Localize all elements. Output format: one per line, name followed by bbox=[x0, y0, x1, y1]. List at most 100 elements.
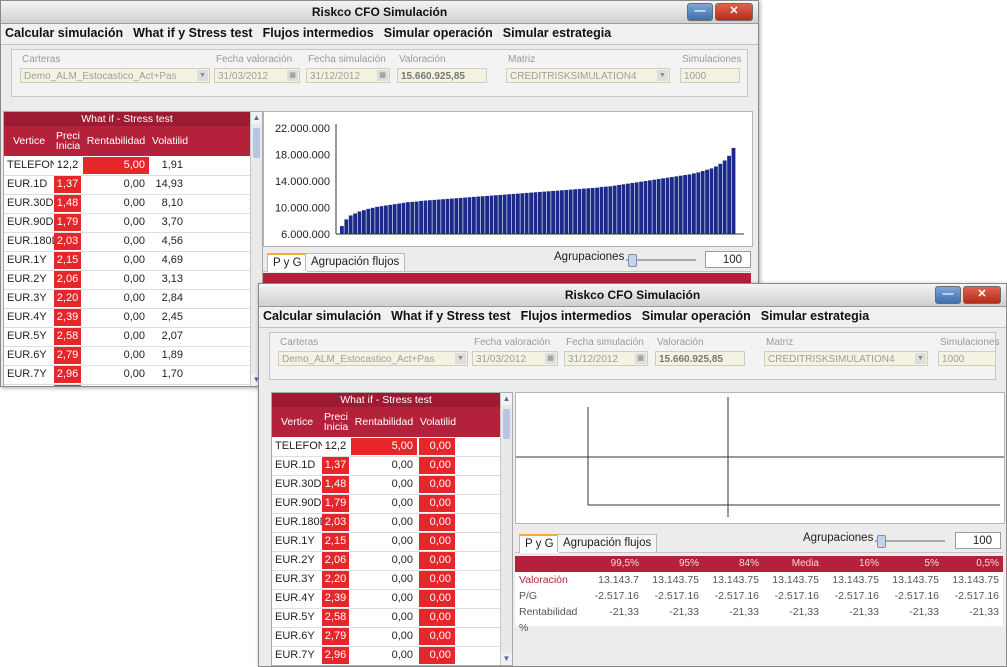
precio-cell[interactable]: 2,39 bbox=[54, 309, 81, 326]
scrollbar-thumb[interactable] bbox=[503, 409, 510, 439]
tab-pyg[interactable]: P y G bbox=[267, 253, 308, 272]
rentabilidad-cell[interactable]: 0,00 bbox=[83, 309, 149, 326]
precio-cell[interactable]: 2,06 bbox=[322, 552, 349, 569]
precio-cell[interactable]: 2,20 bbox=[322, 571, 349, 588]
menu-what-if-stress[interactable]: What if y Stress test bbox=[387, 307, 516, 323]
table-row[interactable]: EUR.30D 1,48 0,00 8,10 bbox=[4, 195, 250, 214]
rentabilidad-cell[interactable]: 0,00 bbox=[83, 290, 149, 307]
rentabilidad-cell[interactable]: 0,00 bbox=[351, 533, 417, 550]
volatilidad-cell[interactable]: 0,00 bbox=[419, 495, 455, 512]
rentabilidad-cell[interactable]: 0,00 bbox=[351, 647, 417, 664]
table-row[interactable]: EUR.6Y 2,79 0,00 1,89 bbox=[4, 347, 250, 366]
table-row[interactable]: EUR.1Y 2,15 0,00 0,00 bbox=[272, 533, 500, 552]
table-row[interactable]: EUR.90D 1,79 0,00 3,70 bbox=[4, 214, 250, 233]
volatilidad-cell[interactable]: 14,93 bbox=[151, 176, 187, 193]
table-row[interactable]: TELEFONIC 12,2 5,00 1,91 bbox=[4, 157, 250, 176]
precio-cell[interactable]: 2,96 bbox=[54, 366, 81, 383]
rentabilidad-cell[interactable]: 0,00 bbox=[351, 514, 417, 531]
rentabilidad-cell[interactable]: 0,00 bbox=[83, 366, 149, 383]
table-row[interactable]: EUR.90D 1,79 0,00 0,00 bbox=[272, 495, 500, 514]
volatilidad-cell[interactable]: 0,00 bbox=[419, 647, 455, 664]
rentabilidad-cell[interactable]: 0,00 bbox=[83, 233, 149, 250]
precio-cell[interactable]: 2,06 bbox=[54, 271, 81, 288]
volatilidad-cell[interactable]: 0,00 bbox=[419, 533, 455, 550]
precio-cell[interactable]: 2,20 bbox=[54, 290, 81, 307]
table-row[interactable]: EUR.1Y 2,15 0,00 4,69 bbox=[4, 252, 250, 271]
table-row[interactable]: EUR.6Y 2,79 0,00 0,00 bbox=[272, 628, 500, 647]
volatilidad-cell[interactable]: 0,00 bbox=[419, 476, 455, 493]
table-row[interactable]: EUR.5Y 2,58 0,00 0,00 bbox=[272, 609, 500, 628]
volatilidad-cell[interactable]: 4,69 bbox=[151, 252, 187, 269]
volatilidad-cell[interactable]: 3,70 bbox=[151, 214, 187, 231]
fecha-simulacion-field[interactable]: 31/12/2012 ▦ bbox=[306, 68, 390, 83]
fecha-valoracion-field[interactable]: 31/03/2012 ▦ bbox=[472, 351, 558, 366]
precio-cell[interactable]: 1,37 bbox=[54, 176, 81, 193]
table-row[interactable]: EUR.7Y 2,96 0,00 0,00 bbox=[272, 647, 500, 665]
precio-cell[interactable]: 1,79 bbox=[322, 495, 349, 512]
precio-cell[interactable]: 2,15 bbox=[54, 252, 81, 269]
precio-cell[interactable]: 2,39 bbox=[322, 590, 349, 607]
close-button[interactable]: ✕ bbox=[963, 286, 1001, 304]
volatilidad-cell[interactable]: 2,84 bbox=[151, 290, 187, 307]
menu-simular-estrategia[interactable]: Simular estrategia bbox=[757, 307, 875, 323]
rentabilidad-cell[interactable]: 0,00 bbox=[351, 457, 417, 474]
table-row[interactable]: EUR.180D 2,03 0,00 0,00 bbox=[272, 514, 500, 533]
rentabilidad-cell[interactable]: 0,00 bbox=[83, 271, 149, 288]
table-row[interactable]: TELEFONIC 12,2 5,00 0,00 bbox=[272, 438, 500, 457]
volatilidad-cell[interactable]: 1,89 bbox=[151, 347, 187, 364]
slider-knob[interactable] bbox=[877, 535, 886, 548]
volatilidad-cell[interactable]: 8,10 bbox=[151, 195, 187, 212]
rentabilidad-cell[interactable]: 0,00 bbox=[351, 628, 417, 645]
volatilidad-cell[interactable]: 0,00 bbox=[419, 628, 455, 645]
rentabilidad-cell[interactable]: 0,00 bbox=[83, 347, 149, 364]
fecha-valoracion-field[interactable]: 31/03/2012 ▦ bbox=[214, 68, 300, 83]
carteras-select[interactable]: Demo_ALM_Estocastico_Act+Pas ▼ bbox=[20, 68, 210, 83]
close-button[interactable]: ✕ bbox=[715, 3, 753, 21]
table-row[interactable]: EUR.1D 1,37 0,00 0,00 bbox=[272, 457, 500, 476]
minimize-button[interactable]: — bbox=[687, 3, 713, 21]
precio-cell[interactable]: 1,37 bbox=[322, 457, 349, 474]
table-row[interactable]: EUR.180D 2,03 0,00 4,56 bbox=[4, 233, 250, 252]
precio-cell[interactable]: 2,58 bbox=[54, 328, 81, 345]
rentabilidad-cell[interactable]: 0,00 bbox=[83, 195, 149, 212]
table-row[interactable]: EUR.4Y 2,39 0,00 0,00 bbox=[272, 590, 500, 609]
scrollbar-thumb[interactable] bbox=[253, 128, 260, 158]
precio-cell[interactable]: 2,79 bbox=[322, 628, 349, 645]
table-row[interactable]: EUR.3Y 2,20 0,00 2,84 bbox=[4, 290, 250, 309]
rentabilidad-cell[interactable]: 0,00 bbox=[83, 214, 149, 231]
table-row[interactable]: EUR.2Y 2,06 0,00 3,13 bbox=[4, 271, 250, 290]
rentabilidad-cell[interactable]: 0,00 bbox=[351, 609, 417, 626]
table-row[interactable]: EUR.1D 1,37 0,00 14,93 bbox=[4, 176, 250, 195]
scroll-up-icon[interactable]: ▲ bbox=[501, 393, 512, 405]
volatilidad-cell[interactable]: 1,60 bbox=[151, 385, 187, 386]
precio-cell[interactable]: 2,79 bbox=[54, 347, 81, 364]
menu-what-if-stress[interactable]: What if y Stress test bbox=[129, 24, 258, 40]
precio-cell[interactable]: 12,2 bbox=[322, 438, 349, 455]
precio-cell[interactable]: 2,03 bbox=[322, 514, 349, 531]
precio-cell[interactable]: 1,79 bbox=[54, 214, 81, 231]
volatilidad-cell[interactable]: 1,70 bbox=[151, 366, 187, 383]
table-row[interactable]: EUR.3Y 2,20 0,00 0,00 bbox=[272, 571, 500, 590]
scroll-down-icon[interactable]: ▼ bbox=[501, 653, 512, 665]
volatilidad-cell[interactable]: 0,00 bbox=[419, 457, 455, 474]
rentabilidad-cell[interactable]: 0,00 bbox=[83, 385, 149, 386]
volatilidad-cell[interactable]: 3,13 bbox=[151, 271, 187, 288]
precio-cell[interactable]: 1,48 bbox=[322, 476, 349, 493]
agrupaciones-value[interactable]: 100 bbox=[955, 532, 1001, 549]
fecha-simulacion-field[interactable]: 31/12/2012 ▦ bbox=[564, 351, 648, 366]
precio-cell[interactable]: 2,03 bbox=[54, 233, 81, 250]
volatilidad-cell[interactable]: 1,91 bbox=[151, 157, 187, 174]
matriz-select[interactable]: CREDITRISKSIMULATION4 ▼ bbox=[506, 68, 670, 83]
carteras-select[interactable]: Demo_ALM_Estocastico_Act+Pas ▼ bbox=[278, 351, 468, 366]
volatilidad-cell[interactable]: 0,00 bbox=[419, 552, 455, 569]
tab-pyg[interactable]: P y G bbox=[519, 534, 560, 553]
tab-agrupacion-flujos[interactable]: Agrupación flujos bbox=[305, 253, 406, 271]
simulaciones-field[interactable]: 1000 bbox=[938, 351, 996, 366]
simulaciones-field[interactable]: 1000 bbox=[680, 68, 740, 83]
agrupaciones-slider[interactable] bbox=[875, 535, 945, 548]
table-row[interactable]: EUR.4Y 2,39 0,00 2,45 bbox=[4, 309, 250, 328]
tab-agrupacion-flujos[interactable]: Agrupación flujos bbox=[557, 534, 658, 552]
precio-cell[interactable]: 3,11 bbox=[54, 385, 81, 386]
rentabilidad-cell[interactable]: 0,00 bbox=[83, 328, 149, 345]
table-row[interactable]: EUR.8Y3,110,001,60 bbox=[4, 385, 250, 386]
